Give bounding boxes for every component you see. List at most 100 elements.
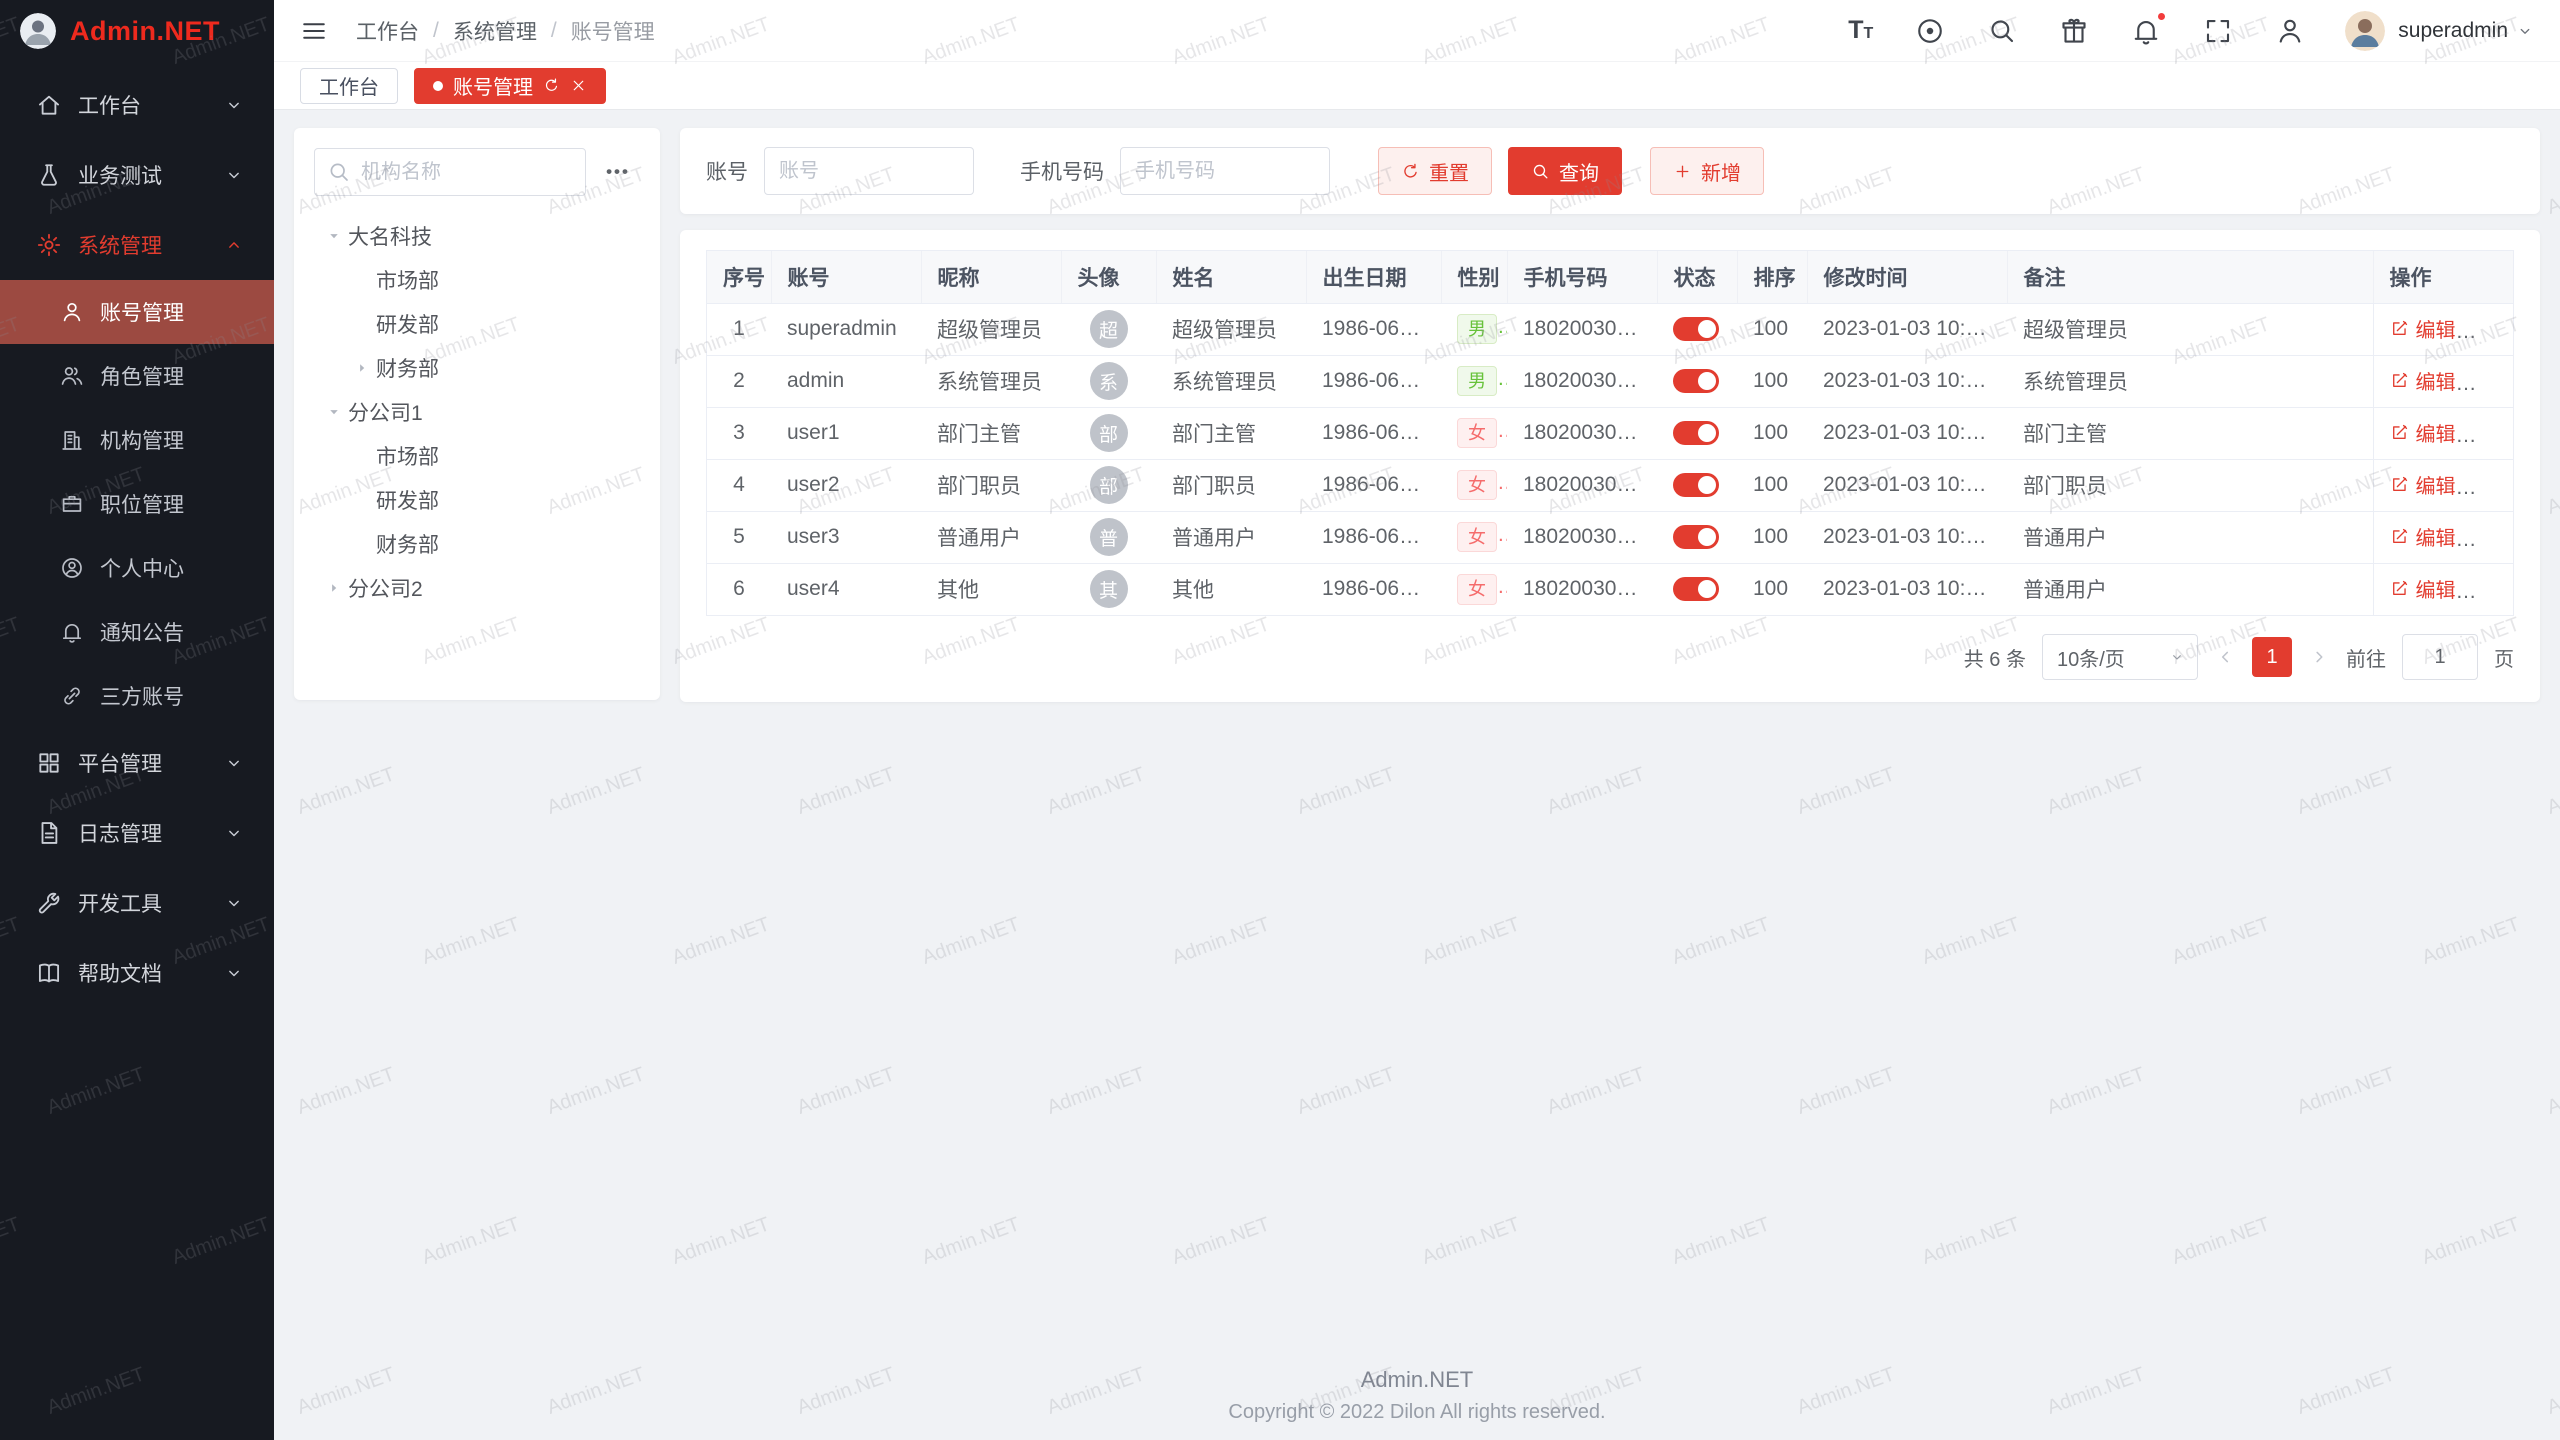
org-tree-panel: ••• 大名科技市场部研发部财务部分公司1市场部研发部财务部分公司2 — [294, 128, 660, 700]
edit-button[interactable]: 编辑 — [2390, 366, 2456, 395]
theme-icon[interactable] — [2059, 16, 2089, 46]
breadcrumb-item-system[interactable]: 系统管理 — [453, 16, 537, 46]
edit-button[interactable]: 编辑 — [2390, 522, 2456, 551]
sidebar-subitem-5[interactable]: 通知公告 — [0, 600, 274, 664]
tab-active-dot — [433, 81, 443, 91]
status-toggle[interactable] — [1673, 577, 1719, 601]
notification-icon[interactable] — [2131, 16, 2161, 46]
tree-node-3[interactable]: 财务部 — [314, 346, 640, 390]
font-size-icon[interactable]: TT — [1848, 18, 1873, 43]
row-more-button[interactable]: ••• — [2476, 585, 2499, 602]
phone-filter-input[interactable] — [1120, 147, 1330, 195]
row-more-button[interactable]: ••• — [2476, 377, 2499, 394]
column-header-11: 备注 — [2007, 251, 2373, 303]
sidebar-subitem-0[interactable]: 账号管理 — [0, 280, 274, 344]
sidebar-item-3[interactable]: 平台管理 — [0, 728, 274, 798]
cell-sort: 100 — [1737, 303, 1807, 355]
sidebar-subitem-2[interactable]: 机构管理 — [0, 408, 274, 472]
sidebar-subitem-4[interactable]: 个人中心 — [0, 536, 274, 600]
add-button[interactable]: 新增 — [1650, 147, 1764, 195]
fullscreen-icon[interactable] — [2203, 16, 2233, 46]
tab-close-icon[interactable] — [570, 77, 587, 94]
tree-node-1[interactable]: 市场部 — [314, 258, 640, 302]
breadcrumb-item-workbench[interactable]: 工作台 — [356, 16, 419, 46]
prev-page-button[interactable] — [2214, 646, 2236, 668]
cell-status — [1657, 303, 1737, 355]
sidebar-subitem-1[interactable]: 角色管理 — [0, 344, 274, 408]
edit-button[interactable]: 编辑 — [2390, 418, 2456, 447]
sidebar-item-2[interactable]: 系统管理 — [0, 210, 274, 280]
caret-right-icon[interactable] — [320, 579, 348, 597]
cell-name: 部门主管 — [1156, 407, 1306, 459]
goto-page-input[interactable] — [2402, 634, 2478, 680]
user-menu[interactable]: superadmin — [2398, 19, 2534, 43]
tree-node-5[interactable]: 市场部 — [314, 434, 640, 478]
toggle-knob — [1698, 424, 1716, 442]
sidebar-item-5[interactable]: 开发工具 — [0, 868, 274, 938]
org-search-input[interactable] — [314, 148, 586, 196]
cell-nickname: 部门职员 — [921, 459, 1061, 511]
cell-remark: 普通用户 — [2007, 563, 2373, 615]
tab-refresh-icon[interactable] — [543, 77, 560, 94]
filter-bar: 账号 手机号码 重置 查询 新增 — [680, 128, 2540, 214]
cell-avatar: 系 — [1061, 355, 1156, 407]
caret-down-icon[interactable] — [320, 227, 348, 245]
tree-node-7[interactable]: 财务部 — [314, 522, 640, 566]
status-toggle[interactable] — [1673, 317, 1719, 341]
query-button[interactable]: 查询 — [1508, 147, 1622, 195]
cell-avatar: 部 — [1061, 407, 1156, 459]
account-filter-input[interactable] — [764, 147, 974, 195]
cell-name: 其他 — [1156, 563, 1306, 615]
tree-node-6[interactable]: 研发部 — [314, 478, 640, 522]
sidebar-item-4[interactable]: 日志管理 — [0, 798, 274, 868]
current-page-button[interactable]: 1 — [2252, 637, 2292, 677]
tab-workbench[interactable]: 工作台 — [300, 68, 398, 104]
tree-node-4[interactable]: 分公司1 — [314, 390, 640, 434]
cell-account: user3 — [771, 511, 921, 563]
color-dot-icon[interactable] — [1915, 16, 1945, 46]
sidebar-item-0[interactable]: 工作台 — [0, 70, 274, 140]
link-icon — [60, 684, 84, 708]
profile-icon[interactable] — [2275, 16, 2305, 46]
sidebar-subitem-3[interactable]: 职位管理 — [0, 472, 274, 536]
sidebar-subitem-label: 账号管理 — [100, 297, 184, 327]
avatar[interactable] — [2345, 11, 2385, 51]
caret-down-icon[interactable] — [320, 403, 348, 421]
sidebar-item-1[interactable]: 业务测试 — [0, 140, 274, 210]
edit-button[interactable]: 编辑 — [2390, 574, 2456, 603]
cell-nickname: 超级管理员 — [921, 303, 1061, 355]
status-toggle[interactable] — [1673, 369, 1719, 393]
tree-node-0[interactable]: 大名科技 — [314, 214, 640, 258]
tree-node-2[interactable]: 研发部 — [314, 302, 640, 346]
cell-account: user2 — [771, 459, 921, 511]
caret-right-icon[interactable] — [348, 359, 376, 377]
doc-icon — [36, 820, 62, 846]
sidebar-item-6[interactable]: 帮助文档 — [0, 938, 274, 1008]
sidebar-subitem-6[interactable]: 三方账号 — [0, 664, 274, 728]
tab-account-management[interactable]: 账号管理 — [414, 68, 606, 104]
tree-node-8[interactable]: 分公司2 — [314, 566, 640, 610]
status-toggle[interactable] — [1673, 473, 1719, 497]
status-toggle[interactable] — [1673, 421, 1719, 445]
row-more-button[interactable]: ••• — [2476, 533, 2499, 550]
sidebar-subitem-label: 机构管理 — [100, 425, 184, 455]
user-icon — [60, 300, 84, 324]
page-size-select[interactable]: 10条/页 — [2042, 634, 2198, 680]
reset-button[interactable]: 重置 — [1378, 147, 1492, 195]
row-more-button[interactable]: ••• — [2476, 429, 2499, 446]
next-page-button[interactable] — [2308, 646, 2330, 668]
search-icon[interactable] — [1987, 16, 2017, 46]
page-unit-label: 页 — [2494, 643, 2514, 672]
tree-node-label: 分公司2 — [348, 573, 423, 603]
edit-button[interactable]: 编辑 — [2390, 470, 2456, 499]
status-toggle[interactable] — [1673, 525, 1719, 549]
tree-more-button[interactable]: ••• — [596, 150, 640, 194]
edit-button[interactable]: 编辑 — [2390, 314, 2456, 343]
cell-account: superadmin — [771, 303, 921, 355]
row-more-button[interactable]: ••• — [2476, 481, 2499, 498]
cell-birthdate: 1986-06-28 — [1306, 459, 1441, 511]
gender-tag: 男 — [1457, 314, 1497, 345]
menu-collapse-icon[interactable] — [300, 17, 328, 45]
row-more-button[interactable]: ••• — [2476, 325, 2499, 342]
users-icon — [60, 364, 84, 388]
